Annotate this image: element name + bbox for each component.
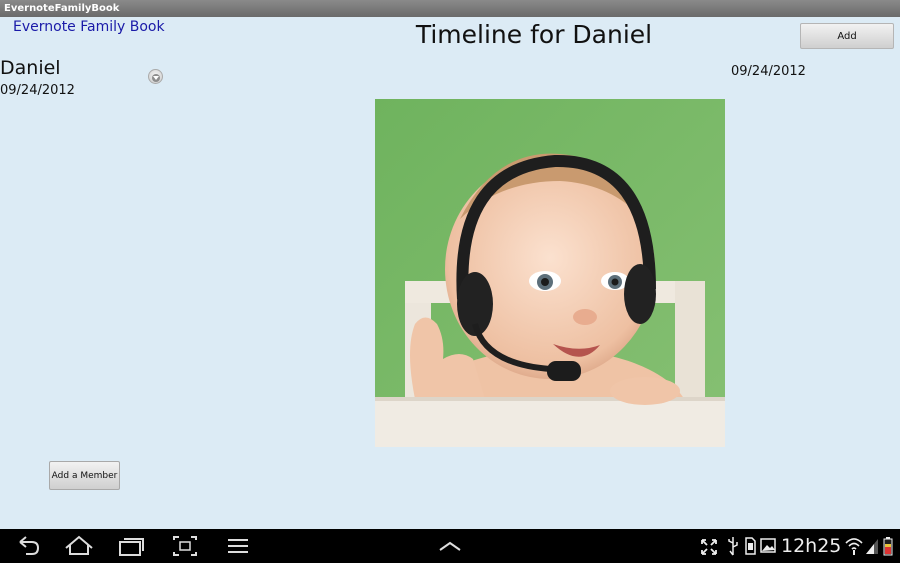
page-title: Timeline for Daniel — [415, 20, 653, 49]
member-dropdown-icon[interactable] — [148, 69, 163, 84]
home-icon[interactable] — [63, 529, 95, 563]
system-nav-bar: 12h25 — [0, 529, 900, 563]
member-name: Daniel — [0, 57, 61, 79]
gallery-icon — [760, 538, 776, 553]
status-clock: 12h25 — [781, 535, 842, 557]
member-date: 09/24/2012 — [0, 83, 75, 98]
battery-icon — [883, 537, 893, 556]
signal-icon — [866, 539, 878, 554]
sd-card-icon — [745, 537, 756, 555]
window-title: EvernoteFamilyBook — [0, 0, 900, 17]
photo-illustration — [375, 99, 725, 447]
back-icon[interactable] — [14, 529, 42, 563]
baby-with-headset-photo[interactable] — [375, 99, 725, 447]
up-chevron-icon[interactable] — [437, 529, 463, 563]
recent-apps-icon[interactable] — [117, 529, 147, 563]
add-member-button[interactable]: Add a Member — [49, 461, 120, 490]
usb-icon — [728, 537, 738, 556]
timeline-entry-date: 09/24/2012 — [731, 64, 806, 79]
add-button[interactable]: Add — [800, 23, 894, 49]
menu-icon[interactable] — [226, 529, 250, 563]
fullscreen-icon — [701, 539, 717, 555]
screenshot-icon[interactable] — [171, 529, 199, 563]
wifi-icon — [845, 538, 863, 555]
